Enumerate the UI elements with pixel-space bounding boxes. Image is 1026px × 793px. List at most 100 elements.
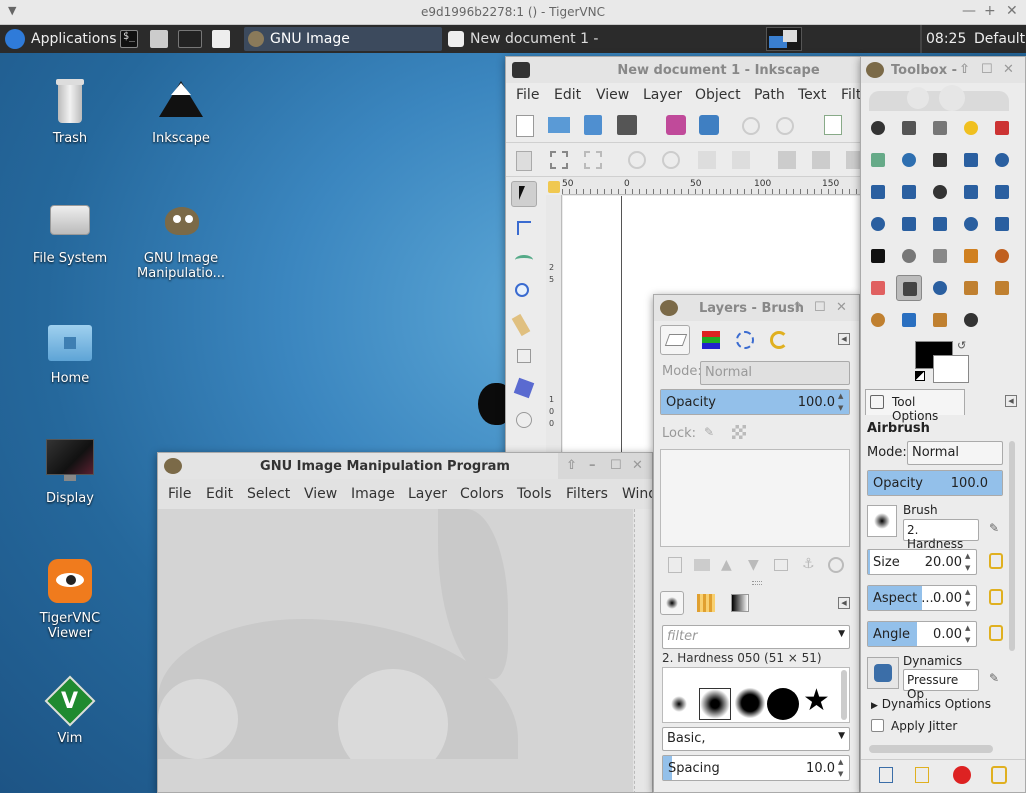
scale-tool-icon[interactable]: [896, 211, 922, 237]
patterns-tab-icon[interactable]: [694, 591, 718, 615]
inkscape-menu-filters[interactable]: Filt: [841, 87, 861, 103]
workspace-switcher[interactable]: [766, 27, 802, 51]
3d-box-tool[interactable]: [511, 375, 537, 401]
dynamics-field[interactable]: Pressure Op: [903, 669, 979, 701]
undo-history-tab-icon[interactable]: [764, 325, 794, 355]
rectangle-tool[interactable]: [511, 343, 537, 369]
brush-tag-select[interactable]: Basic, ▼: [662, 727, 850, 751]
rotate-ccw-icon[interactable]: [628, 151, 646, 169]
anchor-layer-icon[interactable]: ⚓: [802, 556, 815, 572]
desktop-icon-vim[interactable]: V Vim: [20, 675, 120, 746]
aspect-ratio-slider[interactable]: Aspect ... 0.00 ▲ ▼: [867, 585, 977, 611]
tool-options-menu-button[interactable]: ◀: [1005, 395, 1017, 407]
tweak-tool[interactable]: [511, 247, 537, 273]
export-icon[interactable]: [699, 115, 719, 135]
flip-horizontal-icon[interactable]: [698, 151, 716, 169]
blend-tool-icon[interactable]: [927, 243, 953, 269]
terminal-launcher-icon[interactable]: $_: [120, 30, 138, 48]
free-select-tool-icon[interactable]: [927, 115, 953, 141]
opacity-spinner[interactable]: ▲ ▼: [838, 390, 848, 414]
inkscape-menu-edit[interactable]: Edit: [554, 87, 581, 103]
by-color-select-tool-icon[interactable]: [989, 115, 1015, 141]
brush-item[interactable]: [735, 688, 765, 718]
dynamics-options-expander[interactable]: ▶ Dynamics Options: [871, 697, 991, 711]
layers-dock-shade-button[interactable]: ⇧: [792, 300, 803, 315]
print-icon[interactable]: [617, 115, 637, 135]
zoom-tool-icon[interactable]: [989, 147, 1015, 173]
measure-tool[interactable]: [511, 311, 537, 337]
new-layer-icon[interactable]: [668, 557, 682, 573]
swap-colors-icon[interactable]: ↺: [957, 339, 966, 352]
toolbox-close-button[interactable]: ✕: [1003, 62, 1014, 77]
paintbrush-tool-icon[interactable]: [989, 243, 1015, 269]
desktop-icon-gimp[interactable]: GNU Image Manipulatio...: [131, 197, 231, 281]
brush-item[interactable]: [671, 696, 687, 712]
lower-layer-icon[interactable]: ▼: [748, 557, 759, 573]
inkscape-menu-path[interactable]: Path: [754, 87, 785, 103]
eraser-tool-icon[interactable]: [865, 275, 891, 301]
desktop-icon-trash[interactable]: Trash: [20, 77, 120, 146]
text-editor-launcher-icon[interactable]: [212, 30, 230, 48]
rotate-tool-icon[interactable]: [865, 211, 891, 237]
brush-spacing-slider[interactable]: Spacing 10.0 ▲ ▼: [662, 755, 850, 781]
unified-transform-tool-icon[interactable]: [989, 179, 1015, 205]
undo-icon[interactable]: [742, 117, 760, 135]
gimp-menu-edit[interactable]: Edit: [206, 486, 233, 502]
delete-layer-icon[interactable]: [828, 557, 844, 573]
vnc-minimize-button[interactable]: —: [962, 3, 976, 19]
ellipse-tool[interactable]: [511, 407, 537, 433]
blur-tool-icon[interactable]: [896, 307, 922, 333]
pencil-tool-icon[interactable]: [958, 243, 984, 269]
inkscape-menu-object[interactable]: Object: [695, 87, 741, 103]
channels-tab-icon[interactable]: [696, 325, 726, 355]
aspect-reset-icon[interactable]: [989, 589, 1003, 605]
clock[interactable]: 08:25: [926, 25, 966, 53]
import-icon[interactable]: [666, 115, 686, 135]
raise-layer-icon[interactable]: ▲: [721, 557, 732, 573]
angle-spinner[interactable]: ▲ ▼: [965, 622, 975, 646]
desktop-icon-inkscape[interactable]: Inkscape: [131, 77, 231, 146]
brush-item-selected[interactable]: [699, 688, 731, 720]
gimp-menu-file[interactable]: File: [168, 486, 191, 502]
spacing-spinner[interactable]: ▲ ▼: [838, 756, 848, 780]
layers-list[interactable]: [660, 449, 850, 547]
toolbox-maximize-button[interactable]: ☐: [981, 62, 993, 77]
lock-pixels-icon[interactable]: ✎: [704, 425, 718, 439]
open-icon[interactable]: [548, 117, 570, 133]
raise-to-top-icon[interactable]: [778, 151, 796, 169]
ellipse-select-tool-icon[interactable]: [896, 115, 922, 141]
ink-tool-icon[interactable]: [927, 275, 953, 301]
filter-dropdown-arrow-icon[interactable]: ▼: [838, 629, 845, 639]
brush-grid[interactable]: ★: [662, 667, 850, 723]
task-gimp[interactable]: GNU Image Manipulatio...: [244, 27, 442, 71]
deselect-icon[interactable]: [584, 151, 602, 169]
apply-jitter-checkbox[interactable]: [871, 719, 884, 732]
text-tool-icon[interactable]: [865, 243, 891, 269]
desktop-icon-home[interactable]: Home: [20, 317, 120, 386]
gimp-menu-layer[interactable]: Layer: [408, 486, 447, 502]
gimp-menu-image[interactable]: Image: [351, 486, 395, 502]
tool-options-tab[interactable]: Tool Options: [865, 389, 965, 423]
gimp-close-button[interactable]: ✕: [632, 458, 643, 473]
color-picker-tool-icon[interactable]: [958, 147, 984, 173]
tool-options-vscroll[interactable]: [1009, 441, 1015, 651]
lock-alpha-icon[interactable]: [732, 425, 746, 439]
brush-name-field[interactable]: 2. Hardness: [903, 519, 979, 551]
tool-mode-select[interactable]: Normal: [907, 441, 1003, 465]
layers-dock-close-button[interactable]: ✕: [836, 300, 847, 315]
layers-tab-icon[interactable]: [660, 325, 690, 355]
gradients-tab-icon[interactable]: [728, 591, 752, 615]
flip-tool-icon[interactable]: [958, 211, 984, 237]
dodge-burn-tool-icon[interactable]: [958, 307, 984, 333]
inkscape-menu-file[interactable]: File: [516, 87, 539, 103]
gimp-menu-select[interactable]: Select: [247, 486, 290, 502]
brushes-tab-icon[interactable]: [660, 591, 684, 615]
reset-options-icon[interactable]: [991, 766, 1007, 784]
flip-vertical-icon[interactable]: [732, 151, 750, 169]
brush-item[interactable]: ★: [803, 686, 833, 716]
tool-opacity-slider[interactable]: Opacity 100.0: [867, 470, 1003, 496]
home-folder-launcher-icon[interactable]: [150, 30, 168, 48]
desktop-icon-tigervnc[interactable]: TigerVNC Viewer: [20, 557, 120, 641]
gimp-minimize-button[interactable]: –: [589, 458, 596, 473]
brush-edit-icon[interactable]: ✎: [989, 521, 999, 535]
